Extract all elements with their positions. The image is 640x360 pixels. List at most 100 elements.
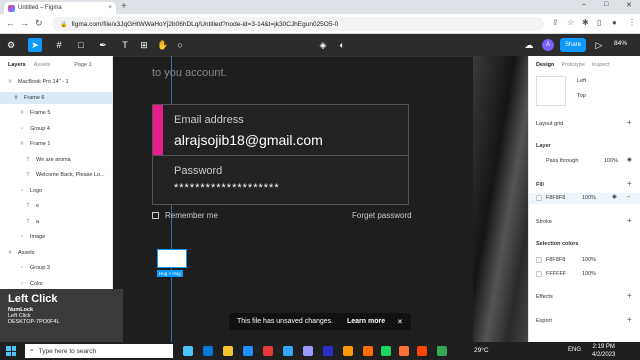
edge-icon[interactable] xyxy=(203,346,213,356)
remove-fill-icon[interactable]: − xyxy=(627,194,630,200)
move-tool-icon[interactable]: ➤ xyxy=(28,38,42,52)
maximize-button[interactable]: □ xyxy=(604,1,608,8)
layer-row[interactable]: ○ Color xyxy=(0,278,113,290)
browser-tab[interactable]: Untitled – Figma × xyxy=(4,2,116,14)
forgot-password-link[interactable]: Forget password xyxy=(352,211,412,220)
constraint-h-select[interactable]: Left xyxy=(577,78,586,84)
minimize-button[interactable]: – xyxy=(582,1,586,8)
vlc-icon[interactable] xyxy=(363,346,373,356)
blend-mode-select[interactable]: Pass through xyxy=(546,158,578,164)
layer-row[interactable]: T We are aroma xyxy=(0,154,113,166)
selection-color-hex[interactable]: F8F8F8 xyxy=(546,257,565,263)
layer-row[interactable]: ▫ Image xyxy=(0,231,113,243)
hand-tool-icon[interactable]: ✋ xyxy=(156,38,170,52)
forward-arrow-icon[interactable]: → xyxy=(20,18,29,28)
store-icon[interactable] xyxy=(243,346,253,356)
after-effects-icon[interactable] xyxy=(323,346,333,356)
fill-eye-icon[interactable]: ◉ xyxy=(612,194,617,200)
component-icon[interactable]: ◈ xyxy=(316,38,330,52)
tab-layers[interactable]: Layers xyxy=(8,62,26,68)
tab-design[interactable]: Design xyxy=(536,62,554,68)
illustrator-icon[interactable] xyxy=(343,346,353,356)
checkbox-icon[interactable] xyxy=(152,212,159,219)
comment-tool-icon[interactable]: ○ xyxy=(173,38,187,52)
url-field[interactable]: 🔒 figma.com/file/x3JqGHtWWaHoYj2b06hDLq/… xyxy=(52,17,544,31)
back-arrow-icon[interactable]: ← xyxy=(6,18,15,28)
frame-tool-icon[interactable]: # xyxy=(52,38,66,52)
password-field[interactable]: Password ******************** xyxy=(152,155,409,205)
share-button[interactable]: Share xyxy=(560,38,586,52)
multiplayer-icon[interactable]: ☁ xyxy=(522,38,536,52)
pen-tool-icon[interactable]: ✒ xyxy=(96,38,110,52)
eye-icon[interactable]: ◉ xyxy=(627,157,632,163)
layer-row[interactable]: Ta xyxy=(0,216,113,228)
add-export-icon[interactable]: + xyxy=(627,315,632,324)
tab-prototype[interactable]: Prototype xyxy=(561,62,585,68)
layer-row[interactable]: Te xyxy=(0,200,113,212)
layer-row[interactable]: # Assets xyxy=(0,247,113,259)
text-tool-icon[interactable]: T xyxy=(118,38,132,52)
add-layout-grid-icon[interactable]: + xyxy=(627,118,632,127)
layer-opacity[interactable]: 100% xyxy=(604,158,618,164)
tab-close-icon[interactable]: × xyxy=(108,5,112,11)
fill-hex[interactable]: F8F8F8 xyxy=(546,195,565,201)
chrome-icon[interactable] xyxy=(437,346,447,356)
firefox-icon[interactable] xyxy=(399,346,409,356)
learn-more-button[interactable]: Learn more xyxy=(347,318,385,325)
app-icon[interactable] xyxy=(263,346,273,356)
fill-row[interactable]: F8F8F8 100% ◉ − xyxy=(529,193,640,204)
constraints-widget[interactable] xyxy=(536,76,566,106)
taskbar-search-input[interactable]: ⌕ Type here to search xyxy=(25,344,173,358)
selection-color-hex[interactable]: FFFFFF xyxy=(546,271,566,277)
browser-menu-icon[interactable]: ⋮ xyxy=(628,18,636,27)
shape-tool-icon[interactable]: □ xyxy=(74,38,88,52)
reload-icon[interactable]: ↻ xyxy=(35,18,43,29)
present-icon[interactable]: ▷ xyxy=(592,38,606,52)
layer-row[interactable]: T Welcome Back, Please Lo... xyxy=(0,169,113,181)
page-selector[interactable]: Page 1 xyxy=(74,62,91,68)
fill-swatch[interactable] xyxy=(536,195,542,201)
design-canvas[interactable]: to you account. Email address alrajsojib… xyxy=(113,56,528,342)
add-stroke-icon[interactable]: + xyxy=(627,216,632,225)
layer-row[interactable]: # Frame 1 xyxy=(0,138,113,150)
task-view-icon[interactable] xyxy=(183,346,193,356)
layer-row[interactable]: ⋕ Frame 6 xyxy=(0,91,113,104)
contrast-icon[interactable]: ◐ xyxy=(335,38,349,52)
layer-row[interactable]: ▫ Group 4 xyxy=(0,123,113,135)
tab-assets[interactable]: Assets xyxy=(34,62,51,68)
selection-color-opacity[interactable]: 100% xyxy=(582,257,596,263)
windows-start-icon[interactable] xyxy=(6,346,16,356)
new-tab-button[interactable]: + xyxy=(121,1,127,12)
clock[interactable]: 2:19 PM 4/2/2023 xyxy=(592,343,615,359)
constraint-v-select[interactable]: Top xyxy=(577,93,586,99)
profile-icon[interactable]: ● xyxy=(612,18,617,27)
resources-tool-icon[interactable]: ⊞ xyxy=(137,38,151,52)
avatar[interactable]: A xyxy=(542,39,554,51)
weather-widget[interactable]: 29°C xyxy=(474,347,489,354)
zoom-level[interactable]: 84% xyxy=(614,40,627,47)
photoshop-icon[interactable] xyxy=(283,346,293,356)
selection-color-swatch[interactable] xyxy=(536,271,542,277)
layer-row[interactable]: # MacBook Pro 14" - 1 xyxy=(0,76,113,88)
spotify-icon[interactable] xyxy=(381,346,391,356)
layer-row[interactable]: ▫ Logo xyxy=(0,185,113,197)
selection-color-swatch[interactable] xyxy=(536,257,542,263)
remember-me-checkbox[interactable]: Remember me xyxy=(152,211,218,220)
main-menu-icon[interactable]: ⚙ xyxy=(4,38,18,52)
selected-frame[interactable] xyxy=(157,249,187,268)
share-page-icon[interactable]: ⇪ xyxy=(552,18,559,27)
selection-color-opacity[interactable]: 100% xyxy=(582,271,596,277)
window-close-button[interactable]: ✕ xyxy=(626,1,632,9)
language-indicator[interactable]: ENG xyxy=(568,347,581,353)
bookmark-star-icon[interactable]: ☆ xyxy=(567,18,574,27)
premiere-icon[interactable] xyxy=(303,346,313,356)
file-explorer-icon[interactable] xyxy=(223,346,233,356)
add-effect-icon[interactable]: + xyxy=(627,291,632,300)
sidebar-icon[interactable]: ▯ xyxy=(597,18,601,27)
layer-row[interactable]: # Frame 5 xyxy=(0,107,113,119)
email-field[interactable]: Email address alrajsojib18@gmail.com xyxy=(152,104,409,157)
fill-opacity[interactable]: 100% xyxy=(582,195,596,201)
app-icon[interactable] xyxy=(417,346,427,356)
layer-row[interactable]: ▫ Group 3 xyxy=(0,262,113,274)
toast-close-icon[interactable]: ✕ xyxy=(397,318,403,326)
